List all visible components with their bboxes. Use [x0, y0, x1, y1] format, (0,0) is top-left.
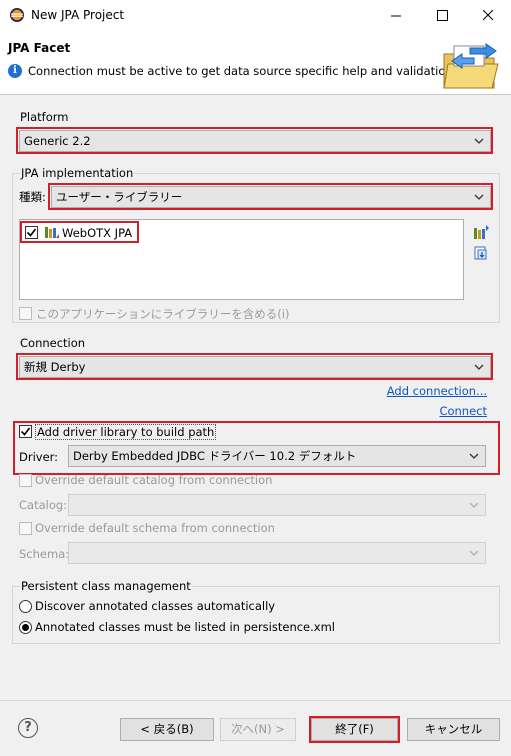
library-type-combo[interactable]: ユーザー・ライブラリー [51, 186, 491, 208]
window-title: New JPA Project [31, 8, 125, 22]
driver-combo[interactable]: Derby Embedded JDBC ドライバー 10.2 デフォルト [68, 445, 486, 467]
manage-libraries-icon[interactable] [473, 224, 489, 240]
close-window-button[interactable] [465, 0, 511, 31]
page-title: JPA Facet [8, 41, 71, 55]
checkmark-icon [20, 427, 31, 436]
override-schema-label: Override default schema from connection [35, 521, 275, 535]
chevron-down-icon [469, 502, 479, 508]
platform-combo[interactable]: Generic 2.2 [19, 130, 491, 152]
override-catalog-label: Override default catalog from connection [35, 473, 273, 487]
chevron-down-icon [474, 194, 484, 200]
chevron-down-icon [469, 550, 479, 556]
download-library-icon[interactable] [473, 245, 489, 261]
help-icon[interactable]: ? [18, 718, 38, 738]
chevron-down-icon [474, 138, 484, 144]
platform-label: Platform [20, 110, 69, 124]
list-classes-radio[interactable] [19, 621, 32, 634]
chevron-down-icon [474, 364, 484, 370]
footer-separator [0, 700, 511, 701]
persistent-group [12, 586, 500, 644]
finish-button[interactable]: 終了(F) [311, 718, 398, 741]
minimize-button[interactable] [373, 0, 419, 31]
override-schema-checkbox[interactable] [19, 522, 32, 535]
folder-wizard-icon [443, 43, 499, 89]
driver-combo-value: Derby Embedded JDBC ドライバー 10.2 デフォルト [73, 449, 357, 463]
include-library-checkbox[interactable] [19, 307, 32, 320]
library-type-value: ユーザー・ライブラリー [56, 190, 183, 204]
catalog-label: Catalog: [19, 498, 68, 512]
discover-classes-radio[interactable] [19, 600, 32, 613]
maximize-button[interactable] [419, 0, 465, 31]
radio-selected-dot [22, 624, 29, 631]
library-jar-icon [45, 227, 59, 238]
wizard-header [0, 31, 511, 95]
connect-link[interactable]: Connect [439, 404, 487, 418]
info-icon: i [8, 64, 22, 78]
header-message: Connection must be active to get data so… [28, 64, 457, 78]
schema-combo[interactable] [68, 542, 486, 564]
close-icon [482, 10, 493, 21]
add-connection-link[interactable]: Add connection... [387, 384, 487, 398]
platform-combo-value: Generic 2.2 [24, 134, 91, 148]
checkmark-icon [26, 228, 37, 237]
maximize-icon [436, 10, 448, 21]
eclipse-app-icon [10, 8, 24, 22]
connection-label: Connection [20, 336, 86, 350]
next-button[interactable]: 次へ(N) > [220, 718, 296, 741]
catalog-combo[interactable] [68, 494, 486, 516]
persistent-group-label: Persistent class management [20, 579, 192, 593]
library-checkbox[interactable] [25, 226, 38, 239]
back-button[interactable]: < 戻る(B) [120, 718, 214, 741]
include-library-label: このアプリケーションにライブラリーを含める(i) [36, 307, 290, 321]
jpa-implementation-label: JPA implementation [20, 166, 135, 180]
cancel-button[interactable]: キャンセル [407, 718, 500, 741]
library-name: WebOTX JPA [62, 226, 133, 240]
add-driver-label: Add driver library to build path [35, 424, 217, 440]
discover-classes-label: Discover annotated classes automatically [35, 599, 276, 613]
list-classes-label: Annotated classes must be listed in pers… [35, 620, 335, 634]
schema-label: Schema: [19, 547, 70, 561]
add-driver-checkbox[interactable] [19, 425, 32, 438]
driver-label: Driver: [19, 450, 59, 464]
connection-combo[interactable]: 新規 Derby [19, 356, 491, 378]
override-catalog-checkbox[interactable] [19, 474, 32, 487]
library-type-label: 種類: [19, 190, 46, 204]
chevron-down-icon [469, 453, 479, 459]
minimize-icon [390, 15, 401, 17]
connection-combo-value: 新規 Derby [24, 360, 86, 374]
